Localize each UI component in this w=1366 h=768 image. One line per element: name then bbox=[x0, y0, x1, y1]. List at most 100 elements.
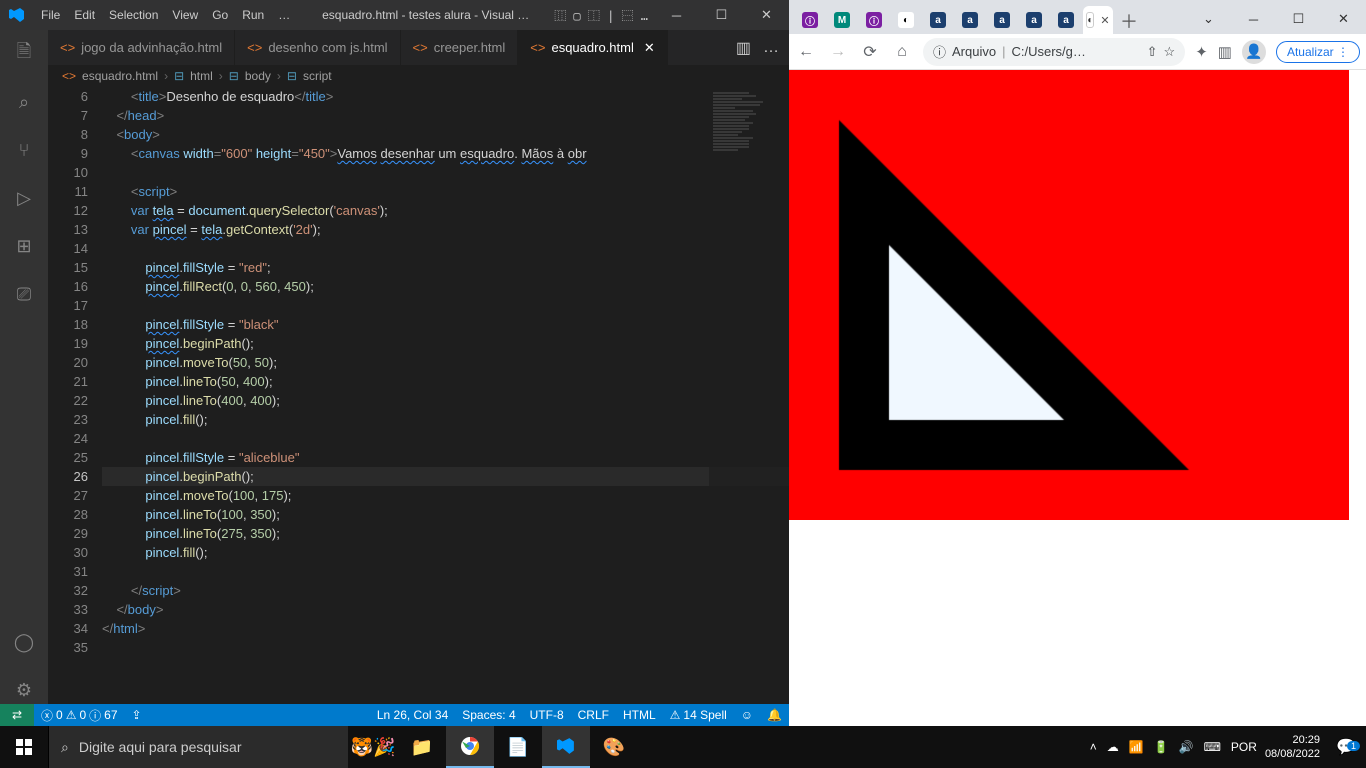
browser-window: ⓘMⓘ◐aaaaa ◐✕ ＋ ⌄ ─ ☐ ✕ ← → ⟳ ⌂ ⓘ Arquivo… bbox=[789, 0, 1366, 726]
tray-volume-icon[interactable]: 🔊 bbox=[1179, 740, 1194, 754]
browser-close-button[interactable]: ✕ bbox=[1321, 4, 1366, 34]
info-icon: ⓘ bbox=[933, 42, 946, 61]
account-icon[interactable]: ◯ bbox=[10, 628, 38, 656]
browser-tab[interactable]: ◐ bbox=[891, 6, 921, 34]
close-icon[interactable]: ✕ bbox=[1100, 14, 1109, 27]
menu-go[interactable]: Go bbox=[205, 8, 235, 22]
status-lang[interactable]: HTML bbox=[616, 708, 663, 722]
taskbar-paint[interactable]: 🎨 bbox=[590, 726, 638, 768]
search-icon[interactable]: ⌕ bbox=[10, 88, 38, 116]
line-gutter: 6789101112131415161718192021222324252627… bbox=[48, 87, 102, 704]
canvas-output bbox=[789, 70, 1349, 520]
browser-tab[interactable]: a bbox=[1019, 6, 1049, 34]
menu-edit[interactable]: Edit bbox=[67, 8, 102, 22]
tray-language[interactable]: POR bbox=[1231, 740, 1257, 754]
maximize-button[interactable]: ☐ bbox=[699, 0, 744, 30]
vscode-window: File Edit Selection View Go Run … esquad… bbox=[0, 0, 789, 726]
menu-more[interactable]: … bbox=[271, 8, 297, 22]
browser-maximize-button[interactable]: ☐ bbox=[1276, 4, 1321, 34]
taskbar-widget[interactable]: 🐯🎉 bbox=[348, 737, 398, 758]
tab-creeper[interactable]: <>creeper.html bbox=[401, 30, 519, 65]
taskbar-clock[interactable]: 20:2908/08/2022 bbox=[1265, 733, 1326, 761]
status-lncol[interactable]: Ln 26, Col 34 bbox=[370, 708, 455, 722]
taskbar-word[interactable]: 📄 bbox=[494, 726, 542, 768]
source-control-icon[interactable]: ⑂ bbox=[10, 136, 38, 164]
status-feedback[interactable]: ☺ bbox=[734, 708, 760, 722]
status-spaces[interactable]: Spaces: 4 bbox=[455, 708, 522, 722]
status-bell[interactable]: 🔔 bbox=[760, 708, 789, 722]
browser-minimize-button[interactable]: ─ bbox=[1231, 4, 1276, 34]
taskbar-chrome[interactable] bbox=[446, 726, 494, 768]
editor-tabs: <>jogo da advinhação.html <>desenho com … bbox=[48, 30, 789, 65]
more-actions-icon[interactable]: … bbox=[763, 39, 779, 57]
browser-tab[interactable]: a bbox=[923, 6, 953, 34]
close-button[interactable]: ✕ bbox=[744, 0, 789, 30]
browser-tab[interactable]: a bbox=[955, 6, 985, 34]
profile-avatar[interactable]: 👤 bbox=[1242, 40, 1266, 64]
windows-taskbar: ⌕ Digite aqui para pesquisar 🐯🎉 📁 📄 🎨 ˄ … bbox=[0, 726, 1366, 768]
home-button[interactable]: ⌂ bbox=[891, 43, 913, 61]
layout-controls[interactable]: ⿲ ▢ ⿰ | ⿱ … bbox=[554, 7, 654, 24]
extensions-icon[interactable]: ⊞ bbox=[10, 232, 38, 260]
tab-desenho[interactable]: <>desenho com js.html bbox=[235, 30, 400, 65]
browser-tab[interactable]: a bbox=[1051, 6, 1081, 34]
breadcrumb[interactable]: <> esquadro.html› ⊟html› ⊟body› ⊟script bbox=[48, 65, 789, 87]
tab-esquadro[interactable]: <>esquadro.html✕ bbox=[518, 30, 667, 65]
browser-tab[interactable]: ⓘ bbox=[795, 6, 825, 34]
settings-icon[interactable]: ⚙ bbox=[10, 676, 38, 704]
tray-battery-icon[interactable]: 🔋 bbox=[1154, 740, 1169, 754]
taskbar-search[interactable]: ⌕ Digite aqui para pesquisar bbox=[48, 726, 348, 768]
star-icon[interactable]: ☆ bbox=[1164, 44, 1176, 60]
taskbar-explorer[interactable]: 📁 bbox=[398, 726, 446, 768]
menu-file[interactable]: File bbox=[34, 8, 67, 22]
explorer-icon[interactable]: 🗎 bbox=[10, 40, 38, 68]
browser-tab[interactable]: ⓘ bbox=[859, 6, 889, 34]
browser-tab[interactable]: a bbox=[987, 6, 1017, 34]
start-button[interactable] bbox=[0, 726, 48, 768]
close-icon[interactable]: ✕ bbox=[644, 40, 655, 56]
browser-toolbar: ← → ⟳ ⌂ ⓘ Arquivo | C:/Users/g… ⇧ ☆ ✦ ▥ … bbox=[789, 34, 1366, 70]
taskbar-vscode[interactable] bbox=[542, 726, 590, 768]
browser-dropdown-icon[interactable]: ⌄ bbox=[1186, 4, 1231, 34]
browser-viewport bbox=[789, 70, 1366, 726]
search-icon: ⌕ bbox=[61, 739, 69, 756]
remote-icon[interactable]: ⎚ bbox=[10, 280, 38, 308]
notification-button[interactable]: 💬1 bbox=[1326, 737, 1366, 757]
tray-onedrive-icon[interactable]: ☁ bbox=[1107, 740, 1119, 754]
update-button[interactable]: Atualizar ⋮ bbox=[1276, 41, 1360, 63]
status-problems[interactable]: ⓧ 0 ⚠ 0 ⓘ 67 bbox=[34, 707, 125, 724]
sidepanel-icon[interactable]: ▥ bbox=[1218, 43, 1232, 61]
extensions-puzzle-icon[interactable]: ✦ bbox=[1195, 43, 1208, 61]
status-port[interactable]: ⇪ bbox=[125, 708, 149, 722]
address-bar[interactable]: ⓘ Arquivo | C:/Users/g… ⇧ ☆ bbox=[923, 38, 1185, 66]
status-eol[interactable]: CRLF bbox=[571, 708, 616, 722]
new-tab-button[interactable]: ＋ bbox=[1115, 8, 1143, 34]
browser-tabstrip: ⓘMⓘ◐aaaaa ◐✕ ＋ ⌄ ─ ☐ ✕ bbox=[789, 0, 1366, 34]
status-spell[interactable]: ⚠ 14 Spell bbox=[663, 708, 734, 722]
code-content[interactable]: <title>Desenho de esquadro</title> </hea… bbox=[102, 87, 789, 704]
remote-button[interactable]: ⇄ bbox=[0, 704, 34, 726]
browser-tab[interactable]: M bbox=[827, 6, 857, 34]
system-tray[interactable]: ˄ ☁ 📶 🔋 🔊 ⌨ POR bbox=[1090, 740, 1265, 754]
tray-chevron-icon[interactable]: ˄ bbox=[1090, 740, 1097, 754]
vscode-titlebar: File Edit Selection View Go Run … esquad… bbox=[0, 0, 789, 30]
minimize-button[interactable]: ─ bbox=[654, 0, 699, 30]
tray-wifi-icon[interactable]: 📶 bbox=[1129, 740, 1144, 754]
forward-button[interactable]: → bbox=[827, 43, 849, 61]
menu-bar: File Edit Selection View Go Run … bbox=[34, 8, 297, 22]
menu-view[interactable]: View bbox=[165, 8, 205, 22]
code-editor[interactable]: 6789101112131415161718192021222324252627… bbox=[48, 87, 789, 704]
activity-bar: 🗎 ⌕ ⑂ ▷ ⊞ ⎚ ◯ ⚙ bbox=[0, 30, 48, 704]
split-editor-icon[interactable]: ▥ bbox=[736, 38, 751, 58]
status-encoding[interactable]: UTF-8 bbox=[523, 708, 571, 722]
reload-button[interactable]: ⟳ bbox=[859, 42, 881, 62]
menu-selection[interactable]: Selection bbox=[102, 8, 165, 22]
browser-tab-active[interactable]: ◐✕ bbox=[1083, 6, 1113, 34]
menu-run[interactable]: Run bbox=[235, 8, 271, 22]
minimap[interactable] bbox=[709, 87, 789, 704]
back-button[interactable]: ← bbox=[795, 43, 817, 61]
run-debug-icon[interactable]: ▷ bbox=[10, 184, 38, 212]
share-icon[interactable]: ⇧ bbox=[1147, 44, 1158, 60]
tab-jogo[interactable]: <>jogo da advinhação.html bbox=[48, 30, 235, 65]
tray-keyboard-icon[interactable]: ⌨ bbox=[1204, 740, 1221, 754]
